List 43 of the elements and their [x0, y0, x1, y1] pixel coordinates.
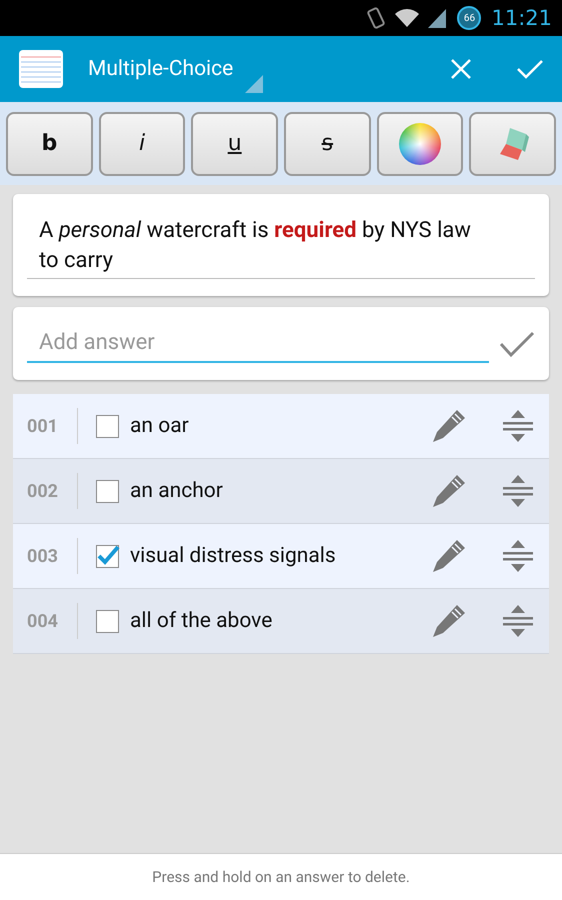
answer-text: an oar — [130, 414, 189, 438]
eraser-button[interactable] — [469, 112, 556, 176]
wifi-icon — [393, 7, 422, 29]
close-icon[interactable] — [450, 58, 472, 80]
answer-number: 002 — [27, 480, 59, 502]
bold-button[interactable]: b — [6, 112, 93, 176]
check-icon[interactable] — [516, 58, 544, 80]
answer-text: all of the above — [130, 609, 272, 633]
answer-number: 003 — [27, 546, 59, 566]
drag-handle-icon[interactable] — [503, 474, 533, 508]
pencil-icon[interactable] — [431, 408, 467, 444]
answer-row[interactable]: 001 an oar — [13, 394, 549, 459]
pencil-icon[interactable] — [431, 538, 467, 574]
drag-handle-icon[interactable] — [503, 409, 533, 443]
drag-handle-icon[interactable] — [503, 604, 533, 638]
hint-text: Press and hold on an answer to delete. — [152, 868, 410, 886]
answer-row[interactable]: 003 visual distress signals — [13, 524, 549, 589]
pencil-icon[interactable] — [431, 473, 467, 509]
italic-button[interactable]: i — [98, 112, 186, 176]
strikethrough-button[interactable]: s — [284, 112, 371, 176]
answer-field[interactable]: Add answer — [13, 307, 549, 380]
answer-number: 001 — [27, 416, 59, 436]
checkbox[interactable] — [96, 544, 119, 568]
signal-icon — [427, 7, 448, 29]
dropdown-corner-icon — [245, 75, 264, 93]
notecard-icon — [18, 49, 64, 89]
answer-text: an anchor — [130, 479, 223, 503]
drag-handle-icon[interactable] — [503, 539, 533, 573]
checkbox[interactable] — [96, 480, 119, 502]
answer-row[interactable]: 004 all of the above — [13, 589, 549, 654]
color-button[interactable] — [376, 112, 464, 176]
check-icon[interactable] — [499, 330, 535, 358]
checkbox[interactable] — [96, 610, 119, 632]
vibrate-icon — [365, 7, 388, 29]
underline-button[interactable]: u — [191, 112, 278, 176]
answer-number: 004 — [27, 610, 59, 632]
clock: 11:21 — [491, 6, 552, 30]
pencil-icon[interactable] — [431, 603, 467, 639]
answer-row[interactable]: 002 an anchor — [13, 459, 549, 524]
checkbox[interactable] — [96, 414, 119, 438]
color-wheel-icon — [399, 122, 442, 164]
answer-text: visual distress signals — [130, 544, 336, 568]
battery-indicator: 66 — [457, 6, 482, 30]
